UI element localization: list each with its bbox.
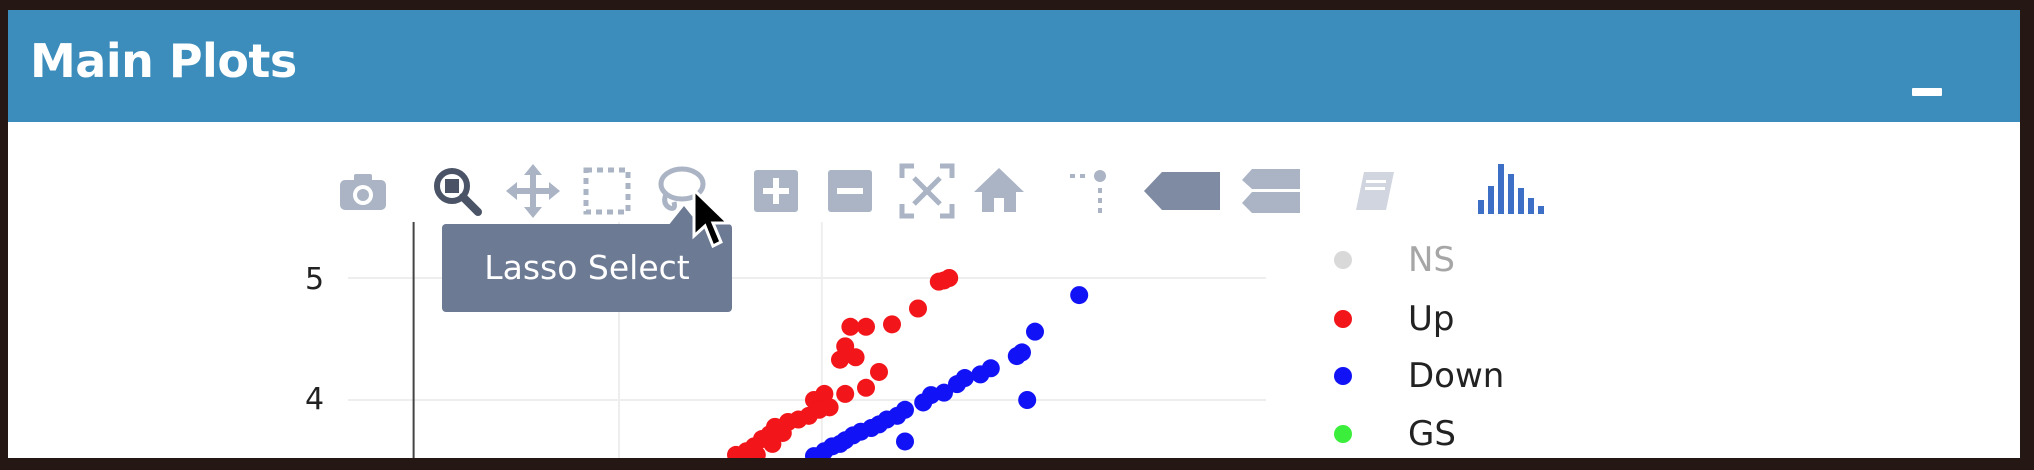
zoom-icon[interactable]	[428, 162, 486, 220]
data-point-up	[870, 362, 888, 381]
data-point-down	[1070, 286, 1089, 305]
zoom-in-icon[interactable]	[748, 162, 806, 220]
y-tick-label: 4	[305, 382, 325, 417]
legend-label: Up	[1408, 299, 1455, 339]
zoom-out-icon[interactable]	[822, 162, 880, 220]
legend-label: NS	[1408, 240, 1456, 280]
data-point-up	[846, 348, 865, 367]
data-point-up	[836, 384, 855, 403]
box-select-icon[interactable]	[578, 162, 636, 220]
data-point-up	[909, 299, 927, 318]
hover-closest-icon[interactable]	[1142, 162, 1222, 220]
home-icon[interactable]	[970, 162, 1028, 220]
legend-label: GS	[1408, 414, 1456, 454]
data-point-up	[883, 315, 901, 334]
hover-compare-icon[interactable]	[1240, 162, 1304, 220]
y-tick-label: 5	[305, 262, 325, 297]
data-point-up	[935, 271, 953, 290]
panel-header: Main Plots	[8, 10, 2020, 122]
autoscale-icon[interactable]	[898, 162, 956, 220]
data-point-down	[914, 393, 933, 412]
data-point-down	[1007, 347, 1026, 366]
legend-marker	[1334, 310, 1352, 328]
spike-lines-icon[interactable]	[1064, 162, 1122, 220]
panel-title: Main Plots	[30, 34, 297, 88]
tooltip-arrow	[668, 206, 700, 226]
data-point-down	[1018, 391, 1037, 409]
legend-label: Down	[1408, 356, 1505, 396]
pan-icon[interactable]	[504, 162, 562, 220]
data-point-up	[841, 317, 860, 336]
data-point-up	[857, 378, 875, 397]
legend-marker	[1334, 425, 1352, 443]
tooltip: Lasso Select	[442, 224, 732, 312]
minus-icon[interactable]	[1912, 88, 1942, 96]
data-point-down	[971, 365, 990, 384]
data-point-up	[831, 350, 849, 369]
data-point-up	[857, 317, 875, 336]
legend-marker	[1334, 251, 1352, 269]
camera-icon[interactable]	[334, 162, 392, 220]
editor-icon[interactable]	[1346, 162, 1404, 220]
plotly-logo-icon[interactable]	[1472, 158, 1552, 220]
data-point-up	[763, 434, 782, 453]
data-point-down	[896, 432, 914, 451]
data-point-down	[1026, 322, 1044, 341]
legend-marker	[1334, 367, 1352, 385]
